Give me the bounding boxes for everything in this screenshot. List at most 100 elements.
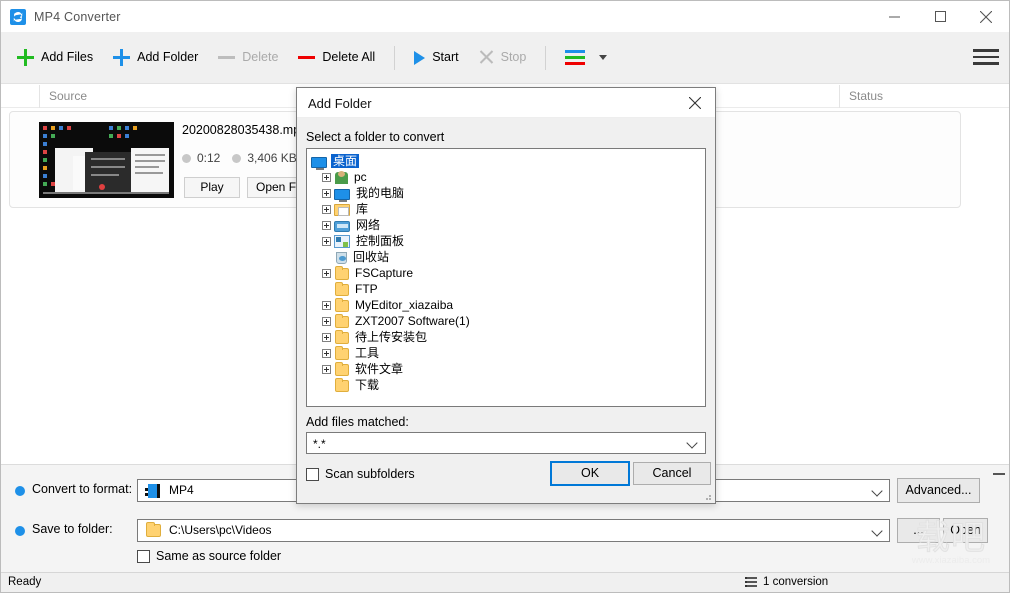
tree-item-label: 软件文章 [355,362,404,376]
tree-item[interactable]: 回收站 [307,249,705,265]
folder-icon [335,266,349,280]
folder-icon [335,314,349,328]
match-pattern-combo[interactable]: *.* [306,432,706,454]
tree-item[interactable]: pc [307,169,705,185]
maximize-button[interactable] [917,1,963,32]
tree-item[interactable]: 网络 [307,217,705,233]
controlpanel-icon [334,235,350,248]
preset-dropdown-button[interactable] [556,41,616,75]
tree-item[interactable]: MyEditor_xiazaiba [307,297,705,313]
ok-button[interactable]: OK [550,461,630,486]
window-controls [871,1,1009,32]
network-icon [334,220,350,232]
tree-item-label: 待上传安装包 [355,330,428,344]
folder-icon [335,298,349,312]
tree-item[interactable]: 控制面板 [307,233,705,249]
tree-expander-icon[interactable] [322,188,331,198]
tree-item[interactable]: FSCapture [307,265,705,281]
delete-button: Delete [209,41,287,75]
stop-label: Stop [500,50,527,65]
play-button[interactable]: Play [184,177,240,198]
conversion-count: 1 conversion [745,576,828,588]
format-value: MP4 [169,483,194,497]
bullet-icon [232,153,242,163]
bullet-blue-icon [15,526,25,536]
folder-icon [146,522,161,537]
delete-all-button[interactable]: Delete All [289,41,384,75]
color-bars-icon [565,50,586,65]
match-pattern-label: Add files matched: [306,415,409,429]
file-size: 3,406 KB [247,151,297,165]
tree-expander-icon[interactable] [322,316,331,326]
tree-item[interactable]: 待上传安装包 [307,329,705,345]
bullet-blue-icon [15,486,25,496]
tree-item-label: 我的电脑 [356,186,405,200]
browse-button[interactable]: ... [897,518,940,543]
resize-grip[interactable] [703,492,712,501]
save-folder-label: Save to folder: [32,522,113,536]
scan-subfolders-checkbox[interactable]: Scan subfolders [306,467,415,481]
tree-expander-icon[interactable] [322,364,331,374]
tree-item-label: ZXT2007 Software(1) [355,314,470,328]
tree-item-label: 下载 [355,378,380,392]
same-as-source-label: Same as source folder [156,549,282,563]
tree-item-label: 库 [356,202,369,216]
tree-expander-icon[interactable] [322,268,331,278]
close-button[interactable] [963,1,1009,32]
tree-expander-icon[interactable] [322,236,331,246]
tree-item[interactable]: 库 [307,201,705,217]
tree-item[interactable]: 我的电脑 [307,185,705,202]
conversion-count-label: 1 conversion [763,576,829,588]
chevron-down-icon [871,525,883,537]
tree-item-label: 工具 [355,346,380,360]
tree-item-label: 桌面 [331,154,360,168]
start-button[interactable]: Start [405,41,467,75]
tree-expander-icon[interactable] [322,348,331,358]
tree-item[interactable]: 软件文章 [307,361,705,377]
tree-expander-icon[interactable] [322,332,331,342]
open-button[interactable]: Open [943,518,988,543]
status-message: Ready [8,576,42,588]
folder-icon [335,282,349,296]
advanced-button[interactable]: Advanced... [897,478,980,503]
hamburger-menu-icon[interactable] [973,44,999,70]
minimize-button[interactable] [871,1,917,32]
status-bar: Ready 1 conversion [1,572,1009,592]
tree-item-label: 网络 [356,218,381,232]
minus-icon [218,56,236,59]
plus-icon [17,49,34,66]
tree-expander-icon[interactable] [322,220,331,230]
dialog-subtitle: Select a folder to convert [306,130,445,144]
file-meta: 0:12 3,406 KB [182,151,297,165]
add-files-button[interactable]: Add Files [8,41,102,75]
column-header-status[interactable]: Status [839,85,963,108]
tree-expander-icon[interactable] [322,300,331,310]
same-as-source-checkbox[interactable]: Same as source folder [137,549,281,563]
app-window: MP4 Converter Add Files Add Folder Delet… [0,0,1010,593]
checkbox-box [137,549,150,563]
cancel-button[interactable]: Cancel [633,462,711,485]
add-folder-button[interactable]: Add Folder [104,41,207,75]
save-folder-combo[interactable]: C:\Users\pc\Videos [137,519,890,542]
tree-item-label: FSCapture [355,266,414,280]
tree-expander-icon[interactable] [322,204,331,214]
tree-item[interactable]: 下载 [307,377,705,393]
folder-icon [335,378,349,392]
tree-item-label: FTP [355,282,378,296]
delete-all-label: Delete All [322,50,376,65]
list-icon [745,577,757,587]
tree-item[interactable]: 工具 [307,345,705,361]
tree-item[interactable]: ZXT2007 Software(1) [307,313,705,329]
tree-item[interactable]: 桌面 [307,153,705,170]
recyclebin-icon [336,252,347,264]
bullet-icon [182,153,191,163]
delete-label: Delete [242,50,279,65]
close-x-icon [479,50,494,65]
tree-expander-icon[interactable] [322,172,331,182]
play-icon [414,50,426,65]
folder-tree[interactable]: 桌面 pc 我的电脑库网络 控制面板 回收站 FSCapture FTP MyEditor_x… [306,148,706,407]
dialog-close-button[interactable] [675,88,715,118]
main-toolbar: Add Files Add Folder Delete Delete All S… [1,32,1009,84]
user-icon [335,171,348,184]
tree-item[interactable]: FTP [307,281,705,297]
